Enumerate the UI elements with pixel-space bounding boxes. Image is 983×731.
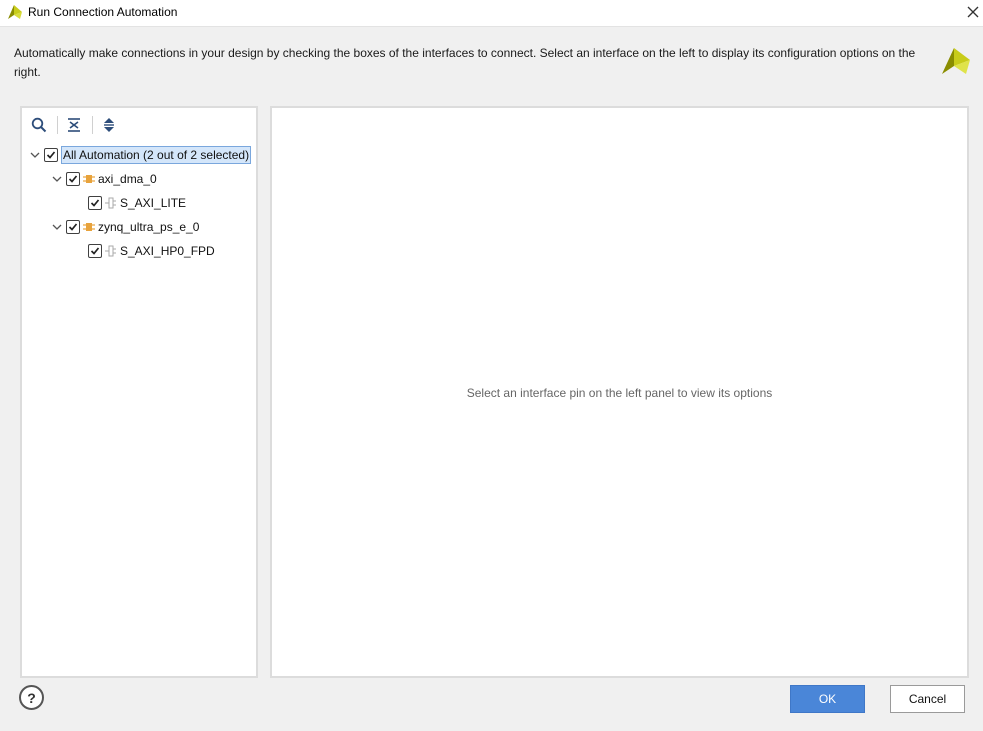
expand-all-icon[interactable] (100, 116, 118, 134)
options-panel: Select an interface pin on the left pane… (270, 106, 969, 678)
title-bar: Run Connection Automation (0, 0, 983, 27)
tree-node-axi-dma[interactable]: axi_dma_0 (50, 168, 157, 190)
tree-node-zynq[interactable]: zynq_ultra_ps_e_0 (50, 216, 199, 238)
tree-node-label[interactable]: axi_dma_0 (98, 172, 157, 186)
xilinx-logo-icon (6, 4, 24, 20)
checkbox-s-axi-hp0-fpd[interactable] (88, 244, 102, 258)
window-title: Run Connection Automation (28, 5, 178, 19)
search-icon[interactable] (30, 116, 48, 134)
chevron-down-icon[interactable] (50, 172, 64, 186)
interface-pin-icon (104, 244, 118, 258)
tree-toolbar (22, 108, 256, 140)
tree-node-label[interactable]: zynq_ultra_ps_e_0 (98, 220, 199, 234)
tree-root-row[interactable]: All Automation (2 out of 2 selected) (28, 144, 252, 166)
chevron-down-icon[interactable] (50, 220, 64, 234)
checkbox-axi-dma[interactable] (66, 172, 80, 186)
tree-leaf-s-axi-lite[interactable]: S_AXI_LITE (88, 192, 186, 214)
checkbox-zynq[interactable] (66, 220, 80, 234)
toolbar-separator (57, 116, 58, 134)
xilinx-brand-logo-icon (940, 44, 972, 76)
ip-block-icon (82, 220, 96, 234)
ip-block-icon (82, 172, 96, 186)
tree-root-label[interactable]: All Automation (2 out of 2 selected) (61, 146, 252, 164)
collapse-all-icon[interactable] (65, 116, 83, 134)
chevron-down-icon[interactable] (28, 148, 42, 162)
help-button[interactable]: ? (19, 685, 44, 710)
description-text: Automatically make connections in your d… (14, 46, 916, 79)
close-icon[interactable] (963, 0, 983, 24)
tree-leaf-label[interactable]: S_AXI_LITE (120, 196, 186, 210)
checkbox-all-automation[interactable] (44, 148, 58, 162)
checkbox-s-axi-lite[interactable] (88, 196, 102, 210)
interface-pin-icon (104, 196, 118, 210)
empty-state-message: Select an interface pin on the left pane… (466, 386, 773, 400)
tree-leaf-label[interactable]: S_AXI_HP0_FPD (120, 244, 215, 258)
tree-leaf-s-axi-hp0-fpd[interactable]: S_AXI_HP0_FPD (88, 240, 215, 262)
interfaces-tree-panel: All Automation (2 out of 2 selected) axi… (20, 106, 258, 678)
ok-button[interactable]: OK (790, 685, 865, 713)
toolbar-separator (92, 116, 93, 134)
cancel-button[interactable]: Cancel (890, 685, 965, 713)
